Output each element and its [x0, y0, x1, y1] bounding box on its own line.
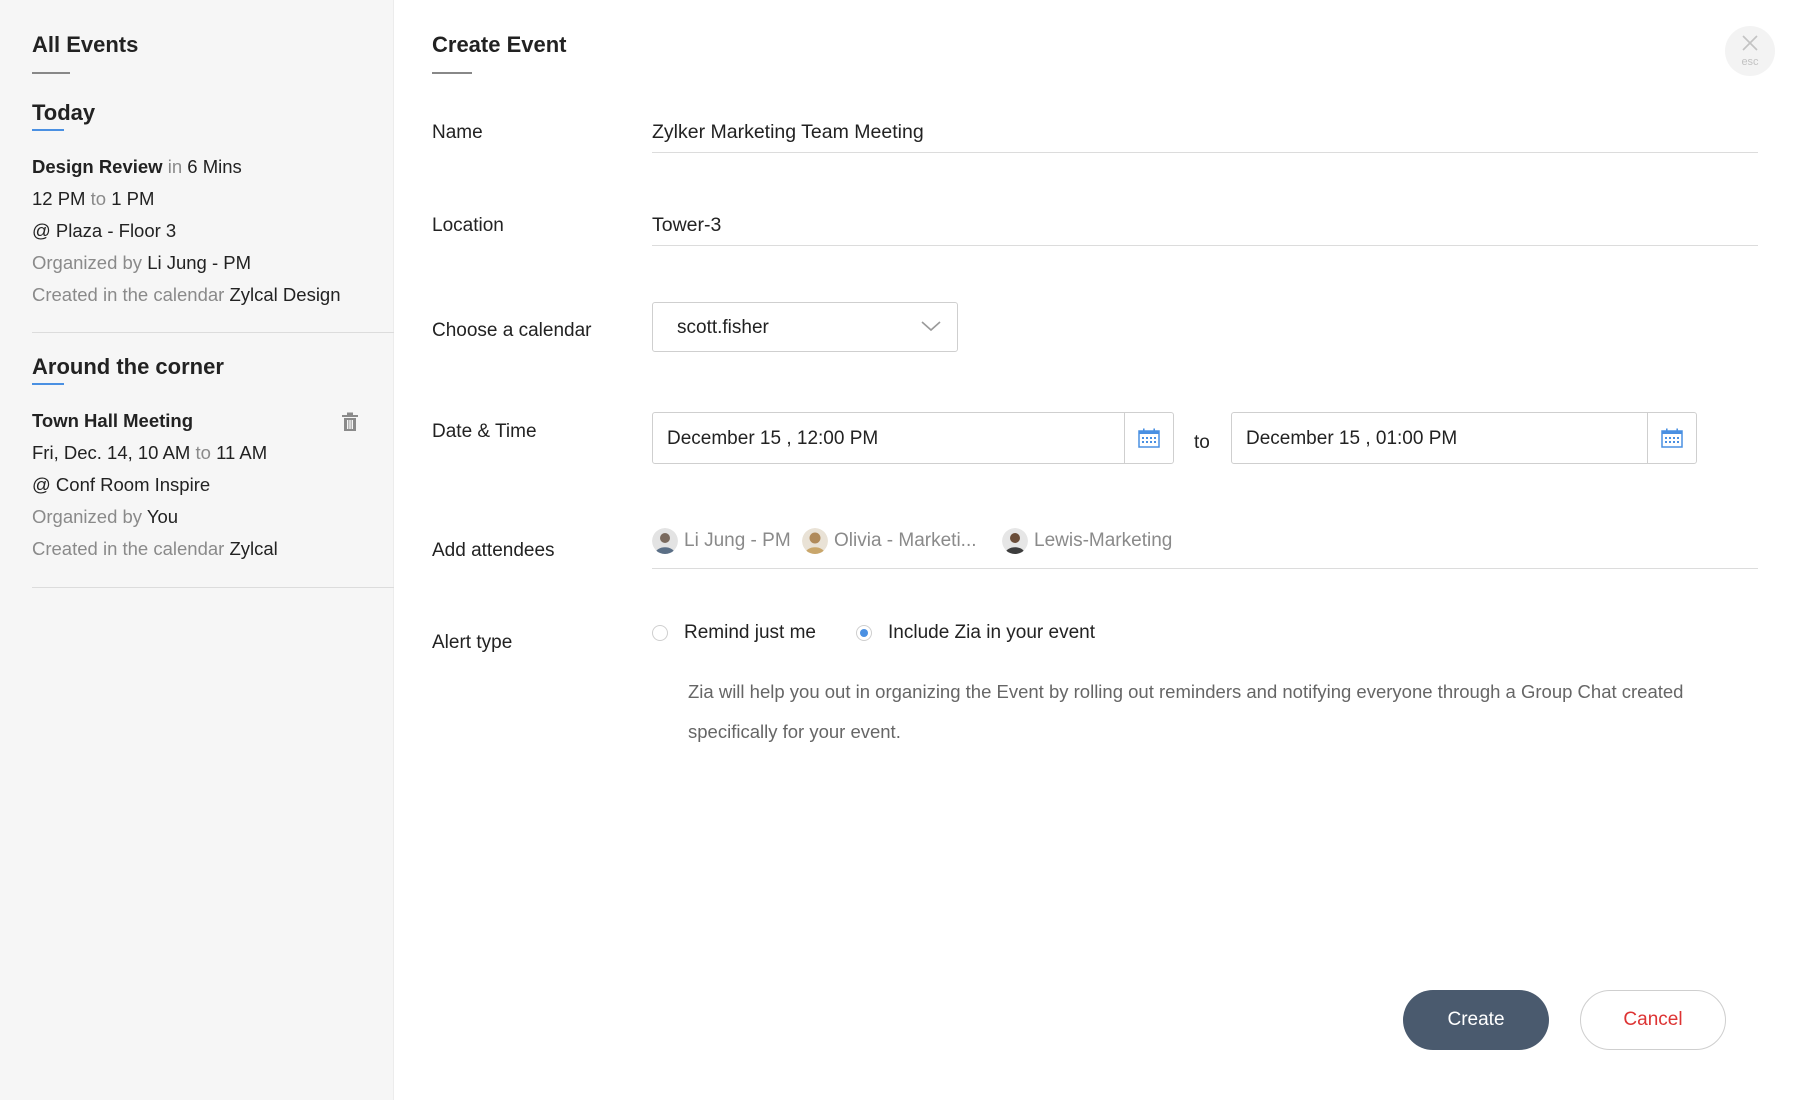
name-field[interactable]	[652, 112, 1758, 153]
attendee-name: Lewis-Marketing	[1034, 530, 1173, 551]
events-sidebar: All Events Today Design Review in 6 Mins…	[0, 0, 394, 1100]
start-calendar-button[interactable]	[1124, 413, 1173, 463]
radio-remind-just-me[interactable]	[652, 625, 668, 641]
calendar-label: Created in the calendar	[32, 538, 225, 559]
attendee-chip[interactable]: Li Jung - PM	[652, 528, 791, 554]
attendees-label: Add attendees	[432, 540, 555, 561]
event-start: Fri, Dec. 14, 10 AM	[32, 442, 191, 463]
start-datetime-value: December 15 , 12:00 PM	[667, 428, 879, 449]
cancel-button[interactable]: Cancel	[1580, 990, 1726, 1050]
event-location: @ Conf Room Inspire	[32, 474, 211, 495]
to-word: to	[195, 442, 211, 463]
avatar	[1002, 528, 1028, 554]
trash-icon[interactable]	[341, 412, 359, 432]
attendee-name: Olivia - Marketi...	[834, 530, 977, 551]
organized-by-label: Organized by	[32, 506, 143, 527]
end-datetime-field[interactable]: December 15 , 01:00 PM	[1231, 412, 1697, 464]
calendar-label: Choose a calendar	[432, 320, 592, 341]
calendar-select[interactable]: scott.fisher	[652, 302, 958, 352]
avatar	[652, 528, 678, 554]
event-calendar: Zylcal Design	[229, 284, 341, 305]
end-datetime-value: December 15 , 01:00 PM	[1246, 428, 1458, 449]
section-title-around: Around the corner	[32, 354, 224, 379]
avatar	[802, 528, 828, 554]
section-title-today: Today	[32, 100, 96, 125]
radio-label: Include Zia in your event	[888, 622, 1096, 643]
event-organizer: Li Jung - PM	[147, 252, 252, 273]
close-icon	[1742, 35, 1758, 51]
to-word: to	[90, 188, 107, 209]
event-calendar: Zylcal	[229, 538, 278, 559]
radio-include-zia[interactable]	[856, 625, 872, 641]
to-separator: to	[1194, 432, 1210, 453]
datetime-label: Date & Time	[432, 421, 537, 442]
radio-label: Remind just me	[684, 622, 816, 643]
event-name: Town Hall Meeting	[32, 410, 194, 431]
attendee-chip[interactable]: Olivia - Marketi...	[802, 528, 977, 554]
organized-by-label: Organized by	[32, 252, 143, 273]
start-datetime-field[interactable]: December 15 , 12:00 PM	[652, 412, 1174, 464]
today-underline	[32, 129, 64, 131]
alert-type-label: Alert type	[432, 632, 513, 653]
calendar-label: Created in the calendar	[32, 284, 225, 305]
sidebar-divider	[32, 332, 394, 333]
sidebar-divider	[32, 587, 394, 588]
event-name: Design Review	[32, 156, 163, 177]
sidebar-title: All Events	[32, 32, 139, 57]
in-word: in	[167, 156, 183, 177]
event-eta: 6 Mins	[187, 156, 242, 177]
event-location: @ Plaza - Floor 3	[32, 220, 177, 241]
end-calendar-button[interactable]	[1647, 413, 1696, 463]
calendar-icon	[1661, 428, 1683, 448]
page-title: Create Event	[432, 32, 567, 57]
event-end: 11 AM	[216, 442, 268, 463]
include-zia-option[interactable]: Include Zia in your event	[856, 622, 1095, 644]
event-organizer: You	[146, 506, 179, 527]
create-event-panel: Create Event esc Name Location Choose a …	[394, 0, 1800, 1100]
calendar-icon	[1138, 428, 1160, 448]
location-label: Location	[432, 215, 504, 236]
around-underline	[32, 383, 64, 385]
close-button[interactable]: esc	[1725, 26, 1775, 76]
zia-help-text: Zia will help you out in organizing the …	[688, 681, 1684, 742]
attendee-chip[interactable]: Lewis-Marketing	[1002, 528, 1172, 554]
attendees-field[interactable]: Li Jung - PM Olivia - Marketi... Lewis-M…	[652, 528, 1758, 569]
esc-hint: esc	[1741, 56, 1759, 68]
name-label: Name	[432, 122, 483, 143]
event-end: 1 PM	[111, 188, 155, 209]
location-field[interactable]	[652, 205, 1758, 246]
event-start: 12 PM	[32, 188, 86, 209]
title-underline	[432, 72, 472, 74]
chevron-down-icon	[921, 321, 941, 332]
attendee-name: Li Jung - PM	[684, 530, 791, 551]
calendar-selected-value: scott.fisher	[677, 317, 769, 338]
create-button[interactable]: Create	[1403, 990, 1549, 1050]
title-underline	[32, 72, 70, 74]
remind-just-me-option[interactable]: Remind just me	[652, 622, 816, 644]
